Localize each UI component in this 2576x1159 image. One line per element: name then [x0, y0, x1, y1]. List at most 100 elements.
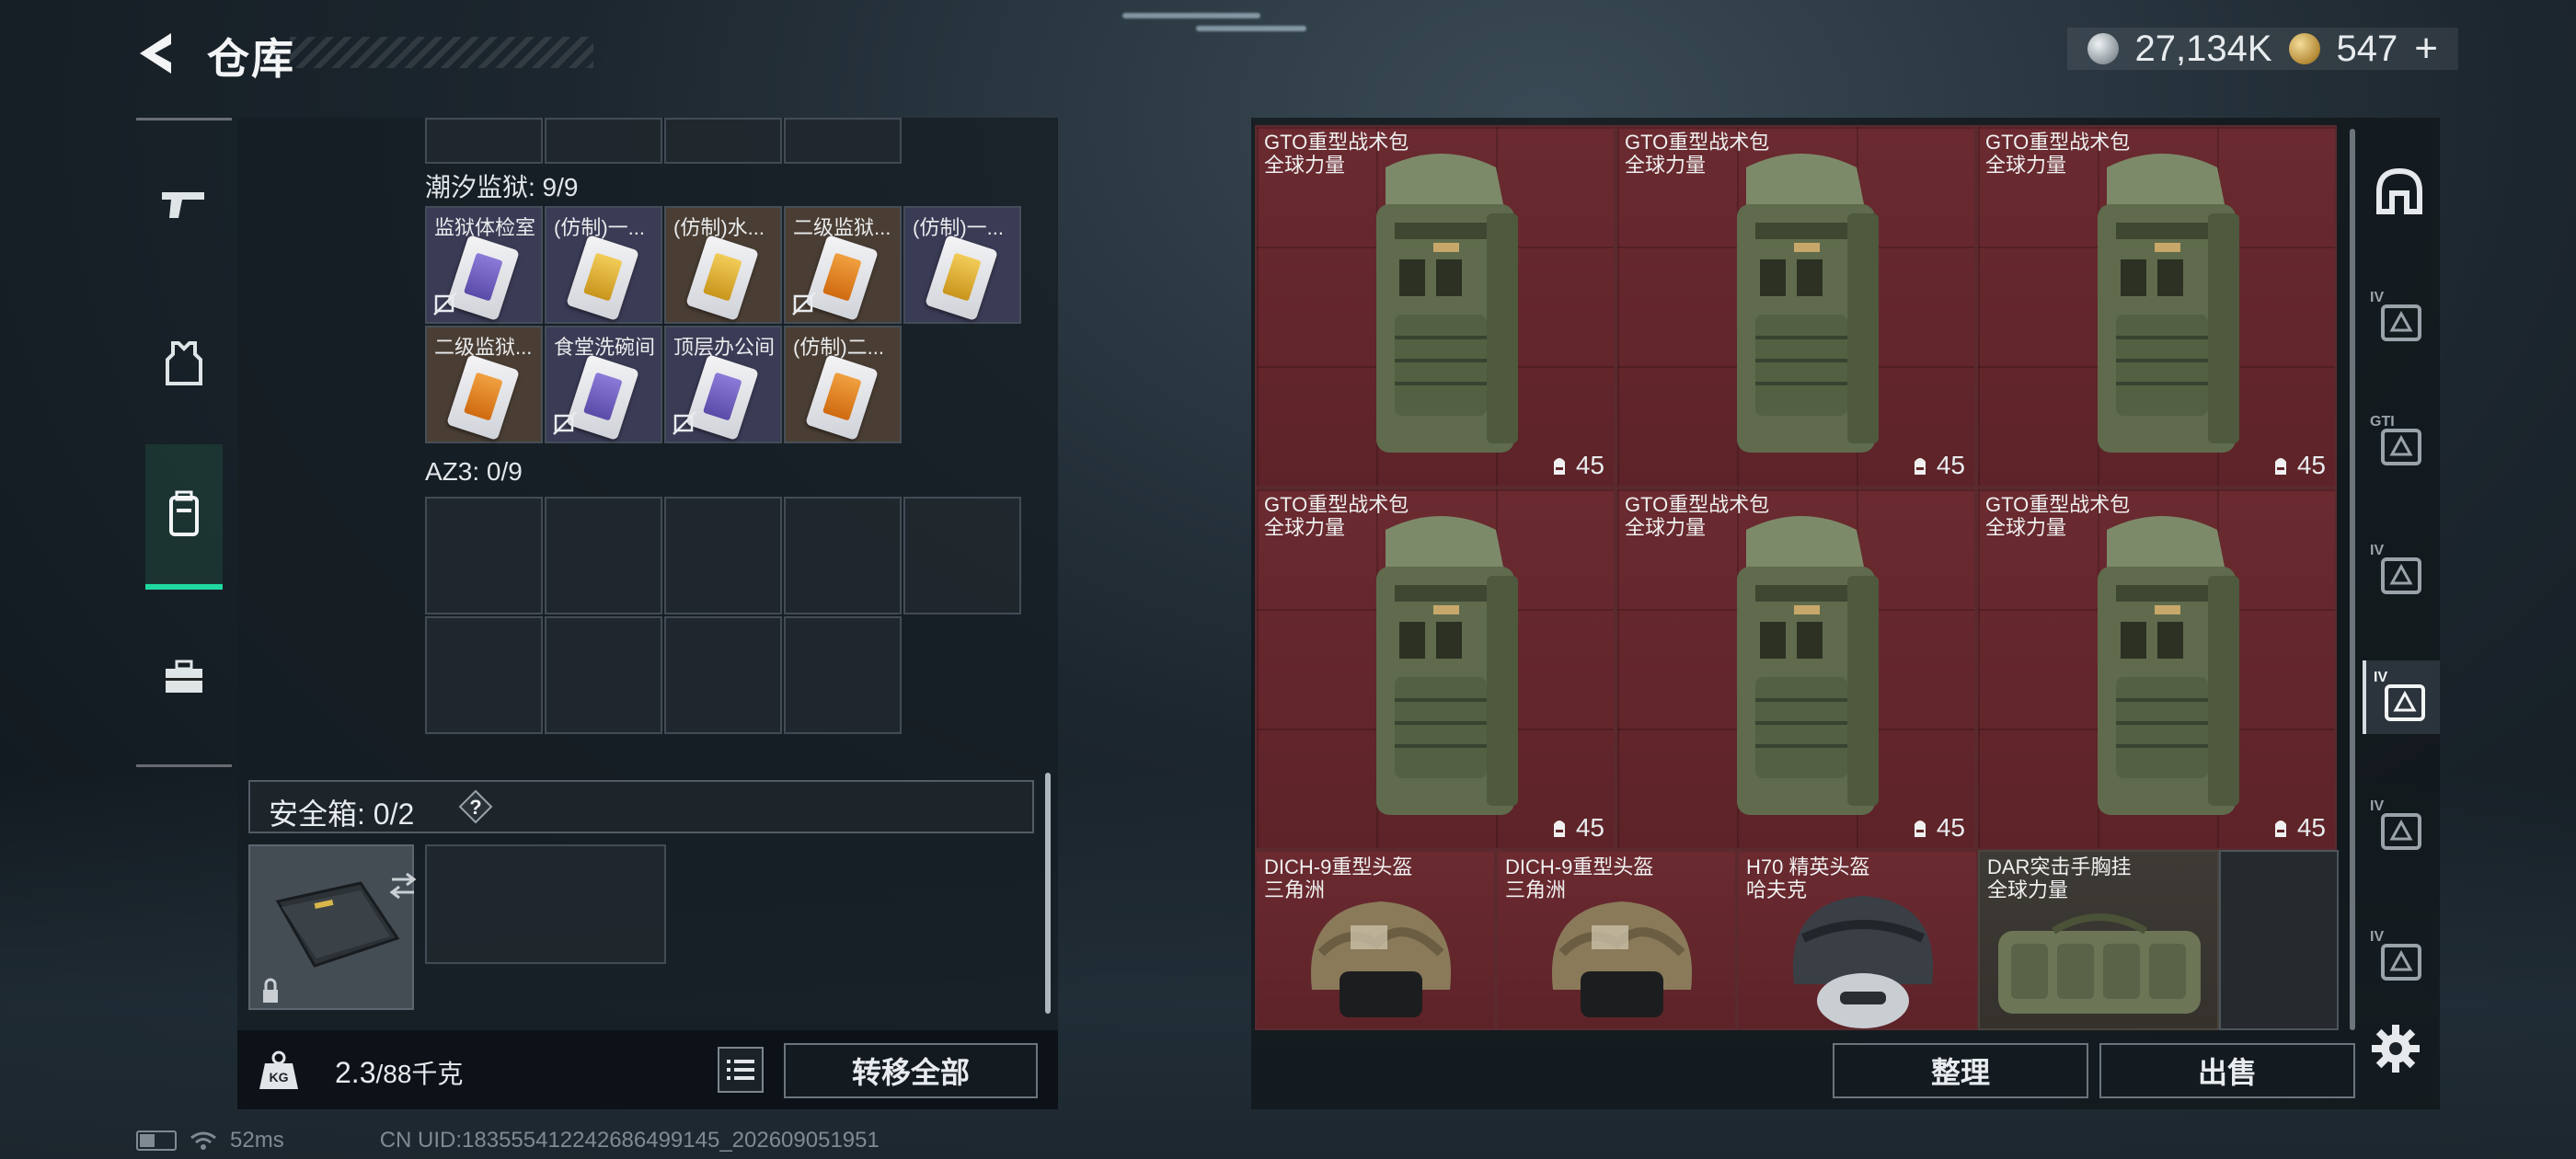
keycard-icon — [805, 353, 879, 442]
helmet-slot-icon — [2376, 167, 2422, 214]
capacity-badge: 45 — [2270, 451, 2326, 480]
back-arrow-icon[interactable] — [131, 28, 186, 79]
keycard-slot[interactable]: 顶层办公间 — [664, 326, 782, 443]
gold-coin-icon — [2288, 33, 2320, 64]
capacity-icon — [1914, 458, 1926, 475]
keycard-name: 监狱体检室 — [434, 216, 536, 239]
nav-all-gear[interactable] — [2363, 156, 2436, 230]
capacity-icon — [1553, 820, 1565, 837]
keycard-name: 二级监狱... — [434, 336, 533, 359]
backpack-icon — [169, 490, 199, 536]
az3-empty-cell[interactable] — [545, 616, 662, 734]
helmet-item[interactable]: DICH-9重型头盔 三角洲 — [1496, 850, 1737, 1030]
nav-backpacks[interactable]: IV — [2363, 660, 2440, 734]
ping-text: 52ms — [230, 1128, 284, 1153]
nav-helmets[interactable]: GTI — [2363, 405, 2436, 478]
gear-slot-icon: GTI — [2370, 414, 2429, 469]
weight-icon: KG — [259, 1050, 298, 1089]
sell-button[interactable]: 出售 — [2099, 1043, 2355, 1098]
transfer-all-button[interactable]: 转移全部 — [784, 1043, 1038, 1098]
capacity-icon — [1914, 820, 1926, 837]
helmet-item[interactable]: DICH-9重型头盔 三角洲 — [1255, 850, 1496, 1030]
svg-text:KG: KG — [270, 1070, 289, 1084]
gear-slot-icon: IV — [2374, 670, 2432, 725]
backpack-item[interactable]: GTO重型战术包 全球力量 45 — [1976, 488, 2337, 850]
svg-text:?: ? — [469, 796, 481, 819]
helmet-item[interactable]: H70 精英头盔 哈夫克 — [1737, 850, 1978, 1030]
stash-cell[interactable] — [425, 118, 543, 164]
gear-slot-icon: IV — [2370, 929, 2429, 984]
inventory-empty-cell[interactable] — [2219, 850, 2339, 1030]
az3-empty-cell[interactable] — [664, 616, 782, 734]
az3-empty-cell[interactable] — [903, 497, 1021, 614]
item-name: DAR突击手胸挂 全球力量 — [1987, 855, 2132, 901]
nav-cases[interactable]: IV — [2363, 789, 2436, 863]
keycard-slot[interactable]: 二级监狱... — [425, 326, 543, 443]
item-name: H70 精英头盔 哈夫克 — [1746, 855, 1870, 901]
az3-empty-cell[interactable] — [425, 616, 543, 734]
capacity-badge: 45 — [1909, 813, 1965, 843]
stash-cell[interactable] — [545, 118, 662, 164]
toolbox-icon — [166, 660, 202, 693]
az3-empty-cell[interactable] — [784, 616, 902, 734]
keycard-icon — [446, 353, 520, 442]
stash-cell[interactable] — [784, 118, 902, 164]
az3-empty-cell[interactable] — [545, 497, 662, 614]
nav-armor[interactable] — [145, 325, 223, 402]
stash-cell[interactable] — [664, 118, 782, 164]
keycard-slot[interactable]: (仿制)水... — [664, 206, 782, 324]
keycard-icon — [685, 234, 759, 322]
inventory-scrollbar[interactable] — [2350, 129, 2355, 1030]
nav-rigs[interactable]: IV — [2363, 281, 2436, 354]
keycard-slot[interactable]: (仿制)一... — [903, 206, 1021, 324]
keycard-slot[interactable]: 监狱体检室 — [425, 206, 543, 324]
nav-armor[interactable]: IV — [2363, 534, 2436, 607]
no-key-icon — [673, 411, 696, 435]
status-bar: 52ms CN UID:183555412242686499145_202609… — [136, 1128, 880, 1153]
safebox-slot[interactable] — [248, 844, 417, 1010]
keycard-slot[interactable]: (仿制)一... — [545, 206, 662, 324]
item-name: GTO重型战术包 全球力量 — [1625, 131, 1770, 177]
weight-max: /88千克 — [375, 1060, 464, 1088]
chest-rig-item[interactable]: DAR突击手胸挂 全球力量 — [1978, 850, 2219, 1030]
nav-weapons[interactable] — [145, 166, 223, 244]
keycard-slot[interactable]: (仿制)二... — [784, 326, 902, 443]
stash-scrollbar[interactable] — [1045, 773, 1051, 1014]
item-name: GTO重型战术包 全球力量 — [1985, 131, 2131, 177]
silver-amount: 27,134K — [2134, 28, 2272, 69]
safebox-empty-slot[interactable] — [425, 844, 666, 964]
gear-icon[interactable] — [2370, 1023, 2421, 1074]
capacity-badge: 45 — [2270, 813, 2326, 843]
help-icon[interactable]: ? — [458, 789, 493, 824]
nav-backpacks[interactable] — [145, 444, 223, 590]
az3-empty-cell[interactable] — [784, 497, 902, 614]
backpack-item[interactable]: GTO重型战术包 全球力量 45 — [1976, 125, 2337, 488]
backpack-item[interactable]: GTO重型战术包 全球力量 45 — [1616, 125, 1976, 488]
backpack-item[interactable]: GTO重型战术包 全球力量 45 — [1255, 488, 1616, 850]
az3-empty-cell[interactable] — [664, 497, 782, 614]
safebox-header: 安全箱: 0/2 ? — [248, 780, 1034, 833]
list-view-button[interactable] — [718, 1047, 764, 1093]
capacity-badge: 45 — [1909, 451, 1965, 480]
capacity-badge: 45 — [1548, 451, 1604, 480]
item-name: GTO重型战术包 全球力量 — [1264, 493, 1409, 539]
gear-slot-icon: IV — [2370, 290, 2429, 345]
gear-slot-icon: IV — [2370, 798, 2429, 854]
keycard-name: (仿制)水... — [673, 216, 765, 239]
no-key-icon — [433, 292, 457, 316]
az3-empty-cell[interactable] — [425, 497, 543, 614]
wifi-icon — [190, 1131, 216, 1150]
keycard-slot[interactable]: 二级监狱... — [784, 206, 902, 324]
sort-button[interactable]: 整理 — [1833, 1043, 2088, 1098]
nav-items[interactable] — [145, 639, 223, 717]
buy-gold-button[interactable]: + — [2414, 26, 2438, 72]
keycard-slot[interactable]: 食堂洗碗间 — [545, 326, 662, 443]
keycard-name: 顶层办公间 — [673, 336, 776, 359]
nav-medical[interactable]: IV — [2363, 920, 2436, 993]
top-bar: 仓库 27,134K 547 + — [0, 0, 2576, 110]
backpack-item[interactable]: GTO重型战术包 全球力量 45 — [1255, 125, 1616, 488]
section-title-prison: 潮汐监狱: 9/9 — [425, 173, 579, 201]
page-title: 仓库 — [207, 35, 295, 83]
battery-icon — [136, 1130, 177, 1151]
backpack-item[interactable]: GTO重型战术包 全球力量 45 — [1616, 488, 1976, 850]
